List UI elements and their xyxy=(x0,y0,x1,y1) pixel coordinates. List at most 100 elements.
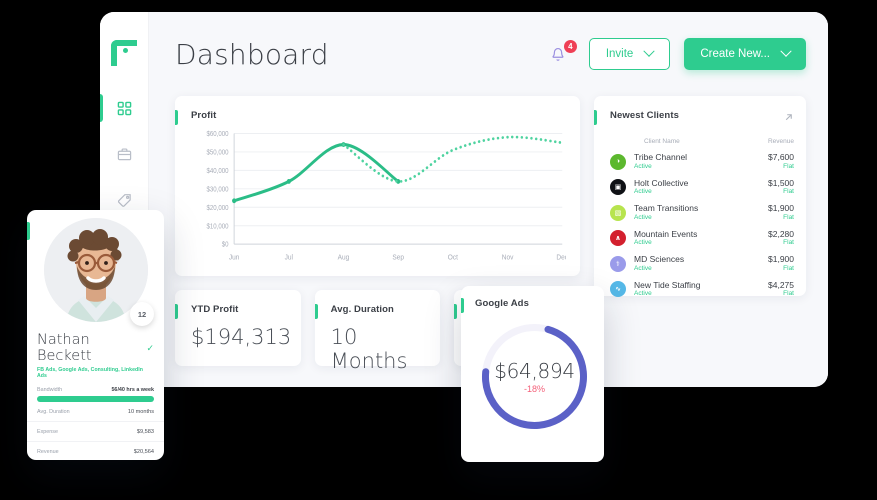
ads-card-title: Google Ads xyxy=(475,298,529,309)
ads-donut-chart: $64,894 -18% xyxy=(477,319,592,434)
profit-chart-svg: $0 $10,000 $20,000 $30,000 $40,000 $50,000 $60… xyxy=(207,131,566,262)
x-tick-label: Nov xyxy=(502,253,514,262)
newest-clients-card: Newest Clients Client Name Revenue ◑ Tri… xyxy=(594,96,806,297)
client-type: Flat xyxy=(783,213,794,221)
chevron-down-icon xyxy=(643,45,655,57)
client-avatar: ∿ xyxy=(610,281,626,298)
x-tick-label: Jul xyxy=(285,253,294,262)
client-avatar-glyph: ◑ xyxy=(615,158,621,166)
client-type: Flat xyxy=(783,239,794,247)
client-row[interactable]: ◑ Tribe Channel Active $7,600 Flat xyxy=(610,149,794,175)
client-avatar-glyph: ▣ xyxy=(614,184,622,192)
stat-value: $194,313 xyxy=(191,325,292,349)
donut-center-labels: $64,894 -18% xyxy=(477,319,592,434)
x-tick-label: Jun xyxy=(229,253,240,262)
chart-line-forecast xyxy=(342,135,564,183)
client-revenue-group: $1,500 Flat xyxy=(768,178,794,197)
client-row[interactable]: ▧ Team Transitions Active $1,900 Flat xyxy=(610,200,794,226)
client-avatar-glyph: ⚕ xyxy=(616,260,620,268)
x-tick-label: Sep xyxy=(392,253,404,262)
profile-stat-row: Expense $9,583 xyxy=(27,421,164,441)
y-tick-label: $60,000 xyxy=(207,131,229,138)
topbar: Dashboard 4 Invite Create New... xyxy=(149,12,828,96)
client-row[interactable]: ∿ New Tide Staffing Active $4,275 Flat xyxy=(610,277,794,303)
screen: Dashboard 4 Invite Create New... Profit … xyxy=(0,0,877,500)
card-accent-bar xyxy=(454,304,458,319)
profile-badge: 12 xyxy=(130,302,154,326)
ads-delta: -18% xyxy=(523,384,545,394)
client-type: Flat xyxy=(783,162,794,170)
y-tick-label: $30,000 xyxy=(207,186,229,193)
chart-x-tick-labels: Jun Jul Aug Sep Oct Nov Dec xyxy=(229,253,566,262)
client-name: Holt Collective xyxy=(634,177,689,188)
grid-icon xyxy=(117,101,132,116)
chart-data-point xyxy=(286,179,291,184)
briefcase-icon xyxy=(117,147,132,162)
bandwidth-value: 56/40 hrs a week xyxy=(111,387,154,393)
x-tick-label: Aug xyxy=(338,253,350,262)
bandwidth-unit: /40 hrs a week xyxy=(117,387,154,393)
profile-name: Nathan Beckett xyxy=(37,332,92,364)
client-row[interactable]: ∧ Mountain Events Active $2,280 Flat xyxy=(610,226,794,252)
client-revenue: $1,900 xyxy=(768,254,794,265)
client-avatar-glyph: ▧ xyxy=(614,209,622,217)
client-avatar: ▧ xyxy=(610,204,626,221)
right-column: Newest Clients Client Name Revenue ◑ Tri… xyxy=(594,96,806,387)
sidebar-item-briefcase[interactable] xyxy=(100,142,148,166)
stat-card-ytd-profit: YTD Profit $194,313 xyxy=(175,290,301,366)
profile-name-row: Nathan Beckett ✓ xyxy=(27,332,164,364)
card-accent-bar xyxy=(314,304,318,319)
chart-y-tick-labels: $0 $10,000 $20,000 $30,000 $40,000 $50,000 $60… xyxy=(207,131,229,249)
client-status: Active xyxy=(634,290,652,298)
notifications-button[interactable]: 4 xyxy=(549,40,577,67)
client-info: Tribe Channel Active xyxy=(634,152,760,171)
expand-arrow-icon[interactable] xyxy=(783,110,794,128)
stat-row-value: $9,583 xyxy=(136,428,154,435)
client-info: New Tide Staffing Active xyxy=(634,280,760,299)
y-tick-label: $40,000 xyxy=(207,168,229,175)
profit-chart: $0 $10,000 $20,000 $30,000 $40,000 $50,000 $60… xyxy=(191,127,566,268)
stat-row-label: Avg. Duration xyxy=(37,408,70,415)
client-revenue: $1,900 xyxy=(768,203,794,214)
profile-photo-wrap: 12 xyxy=(27,210,164,330)
invite-button[interactable]: Invite xyxy=(588,38,671,70)
sidebar-item-tag[interactable] xyxy=(100,188,148,212)
client-info: Team Transitions Active xyxy=(634,203,760,222)
stat-title: YTD Profit xyxy=(191,304,239,315)
sidebar-item-dashboard[interactable] xyxy=(100,94,148,122)
client-name: Mountain Events xyxy=(634,228,698,239)
logo-dot xyxy=(123,48,128,53)
chevron-down-icon xyxy=(780,45,792,57)
stat-card-avg-duration: Avg. Duration 10 Months xyxy=(314,290,441,373)
column-header-revenue: Revenue xyxy=(767,138,794,145)
column-header-name: Client Name xyxy=(644,138,680,145)
y-tick-label: $20,000 xyxy=(207,205,229,212)
clients-column-headers: Client Name Revenue xyxy=(644,138,794,145)
create-new-button[interactable]: Create New... xyxy=(684,38,806,70)
clients-header: Newest Clients xyxy=(610,110,794,128)
check-icon: ✓ xyxy=(146,342,154,353)
notification-badge: 4 xyxy=(563,40,577,53)
card-accent-bar xyxy=(175,304,178,319)
invite-label: Invite xyxy=(605,48,634,60)
profile-stat-rows: Avg. Duration 10 months Expense $9,583 Reven… xyxy=(27,402,164,460)
profit-card-title: Profit xyxy=(191,110,217,121)
client-avatar-glyph: ∿ xyxy=(615,286,621,294)
client-avatar: ⚕ xyxy=(610,255,626,272)
client-revenue: $7,600 xyxy=(768,152,794,163)
x-tick-label: Dec xyxy=(556,253,566,262)
client-row[interactable]: ▣ Holt Collective Active $1,500 Flat xyxy=(610,175,794,201)
client-revenue: $4,275 xyxy=(768,279,794,290)
client-row[interactable]: ⚕ MD Sciences Active $1,900 Flat xyxy=(610,251,794,277)
profit-chart-card: Profit $0 $10,000 $20,000 $30,000 $40,000 $50… xyxy=(175,96,580,276)
profile-card: 12 Nathan Beckett ✓ FB Ads, Google Ads, … xyxy=(27,210,164,460)
profile-tags: FB Ads, Google Ads, Consulting, LinkedIn… xyxy=(37,367,143,379)
client-name: Tribe Channel xyxy=(634,152,688,163)
client-avatar: ▣ xyxy=(610,179,626,196)
clients-card-title: Newest Clients xyxy=(610,110,679,121)
stat-row-value: $20,564 xyxy=(133,448,154,455)
bandwidth-row: Bandwidth 56/40 hrs a week xyxy=(27,387,164,393)
ads-value: $64,894 xyxy=(494,359,575,383)
clients-list: ◑ Tribe Channel Active $7,600 Flat ▣ Holt Coll… xyxy=(610,149,794,302)
card-accent-bar xyxy=(175,110,178,125)
